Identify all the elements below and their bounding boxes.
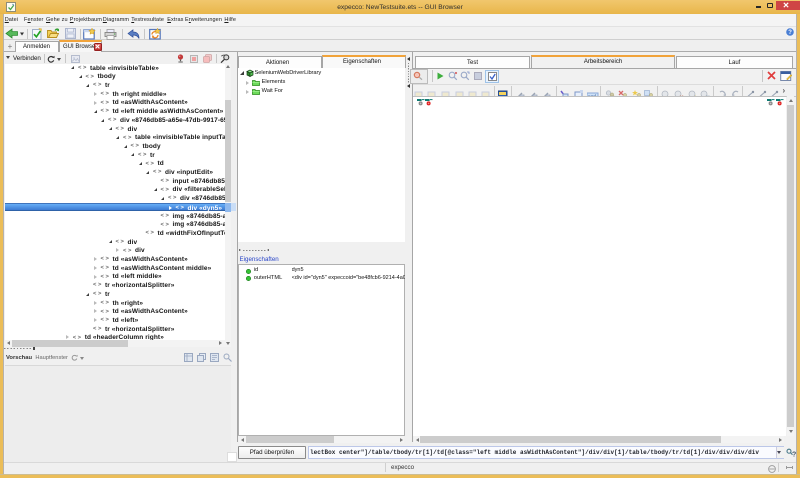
svg-text:?: ? (788, 30, 792, 36)
